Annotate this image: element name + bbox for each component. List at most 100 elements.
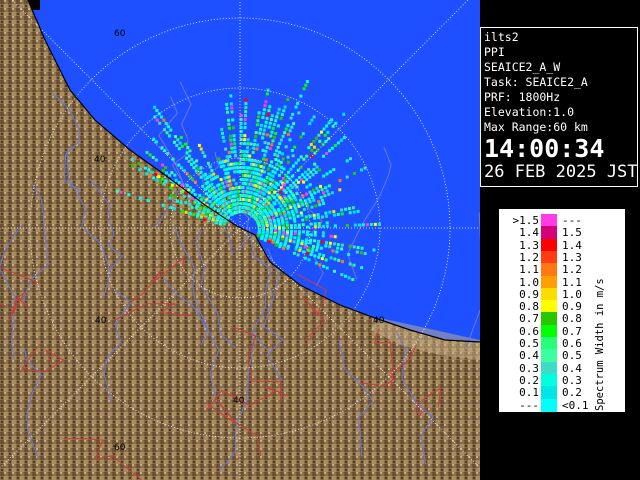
echo-cell [270,212,274,216]
echo-cell [274,186,278,190]
echo-cell [321,234,325,238]
echo-cell [291,174,295,178]
echo-cell [246,146,249,150]
echo-cell [160,115,164,119]
echo-cell [307,258,311,262]
legend-title: Spectrum Width in m/s [594,278,606,411]
echo-cell [232,178,236,182]
echo-cell [264,149,268,153]
echo-cell [155,118,159,122]
echo-cell [267,125,271,129]
echo-cell [328,245,332,249]
echo-cell [296,253,300,257]
echo-cell [284,145,288,149]
echo-cell [278,190,282,194]
echo-cell [317,168,321,172]
echo-cell [288,138,292,142]
echo-cell [223,159,227,163]
echo-cell [161,169,165,172]
echo-cell [169,128,173,132]
echo-cell [322,254,325,257]
echo-cell [306,173,310,177]
echo-cell [320,188,324,191]
echo-cell [295,192,299,196]
echo-cell [290,149,294,152]
echo-cell [267,109,271,113]
echo-cell [243,118,247,122]
echo-cell [336,213,340,216]
echo-cell [332,213,336,217]
echo-cell [185,151,189,155]
echo-cell [127,193,131,197]
echo-cell [228,134,232,138]
echo-cell [229,138,233,142]
echo-cell [312,188,315,192]
echo-cell [220,127,224,131]
echo-cell [318,139,322,143]
echo-cell [160,177,164,181]
scan-date: 26 FEB 2025 JST [484,162,638,182]
echo-cell [279,116,283,120]
echo-cell [312,244,315,248]
echo-cell [203,218,207,222]
echo-cell [201,196,205,200]
echo-cell [201,184,205,188]
echo-cell [348,207,351,210]
echo-cell [286,155,290,159]
echo-cell [263,124,267,128]
echo-cell [330,118,334,122]
echo-cell [169,193,173,197]
task-name: Task: SEAICE2_A [484,75,588,89]
echo-cell [277,209,281,213]
echo-cell [292,122,296,126]
echo-cell [288,239,292,243]
echo-cell [158,180,162,184]
echo-cell [302,87,306,91]
echo-cell [310,154,314,158]
echo-cell [265,116,269,120]
echo-cell [290,125,294,129]
echo-cell [325,152,328,155]
echo-cell [273,196,277,199]
echo-cell [205,197,209,201]
echo-cell [360,246,364,250]
echo-cell [145,172,149,176]
echo-cell [313,230,317,234]
echo-cell [241,186,245,189]
echo-cell [145,150,149,154]
echo-cell [318,252,322,256]
echo-cell [155,178,159,182]
echo-cell [233,142,237,146]
echo-cell [278,150,281,154]
echo-cell [199,147,203,151]
echo-cell [340,247,344,251]
echo-cell [174,178,178,182]
echo-cell [221,160,225,164]
echo-cell [309,143,313,146]
legend-lower-label: --- [519,398,539,412]
echo-cell [169,206,173,210]
echo-cell [322,154,325,158]
echo-cell [264,100,268,104]
echo-cell [229,142,233,146]
echo-cell [282,246,285,250]
echo-cell [262,165,266,169]
echo-cell [305,80,309,83]
echo-cell [270,130,274,134]
echo-cell [282,167,286,171]
echo-cell [296,101,300,105]
echo-cell [351,206,355,210]
echo-cell [192,188,195,192]
echo-cell [184,192,188,196]
echo-cell [300,242,304,246]
echo-cell [219,186,223,190]
echo-cell [148,153,152,157]
echo-cell [197,143,201,147]
echo-cell [304,83,308,87]
echo-cell [243,138,247,142]
echo-cell [193,193,197,197]
echo-cell [288,129,292,133]
echo-cell [242,154,246,157]
echo-cell [251,150,255,154]
echo-cell [313,222,317,226]
